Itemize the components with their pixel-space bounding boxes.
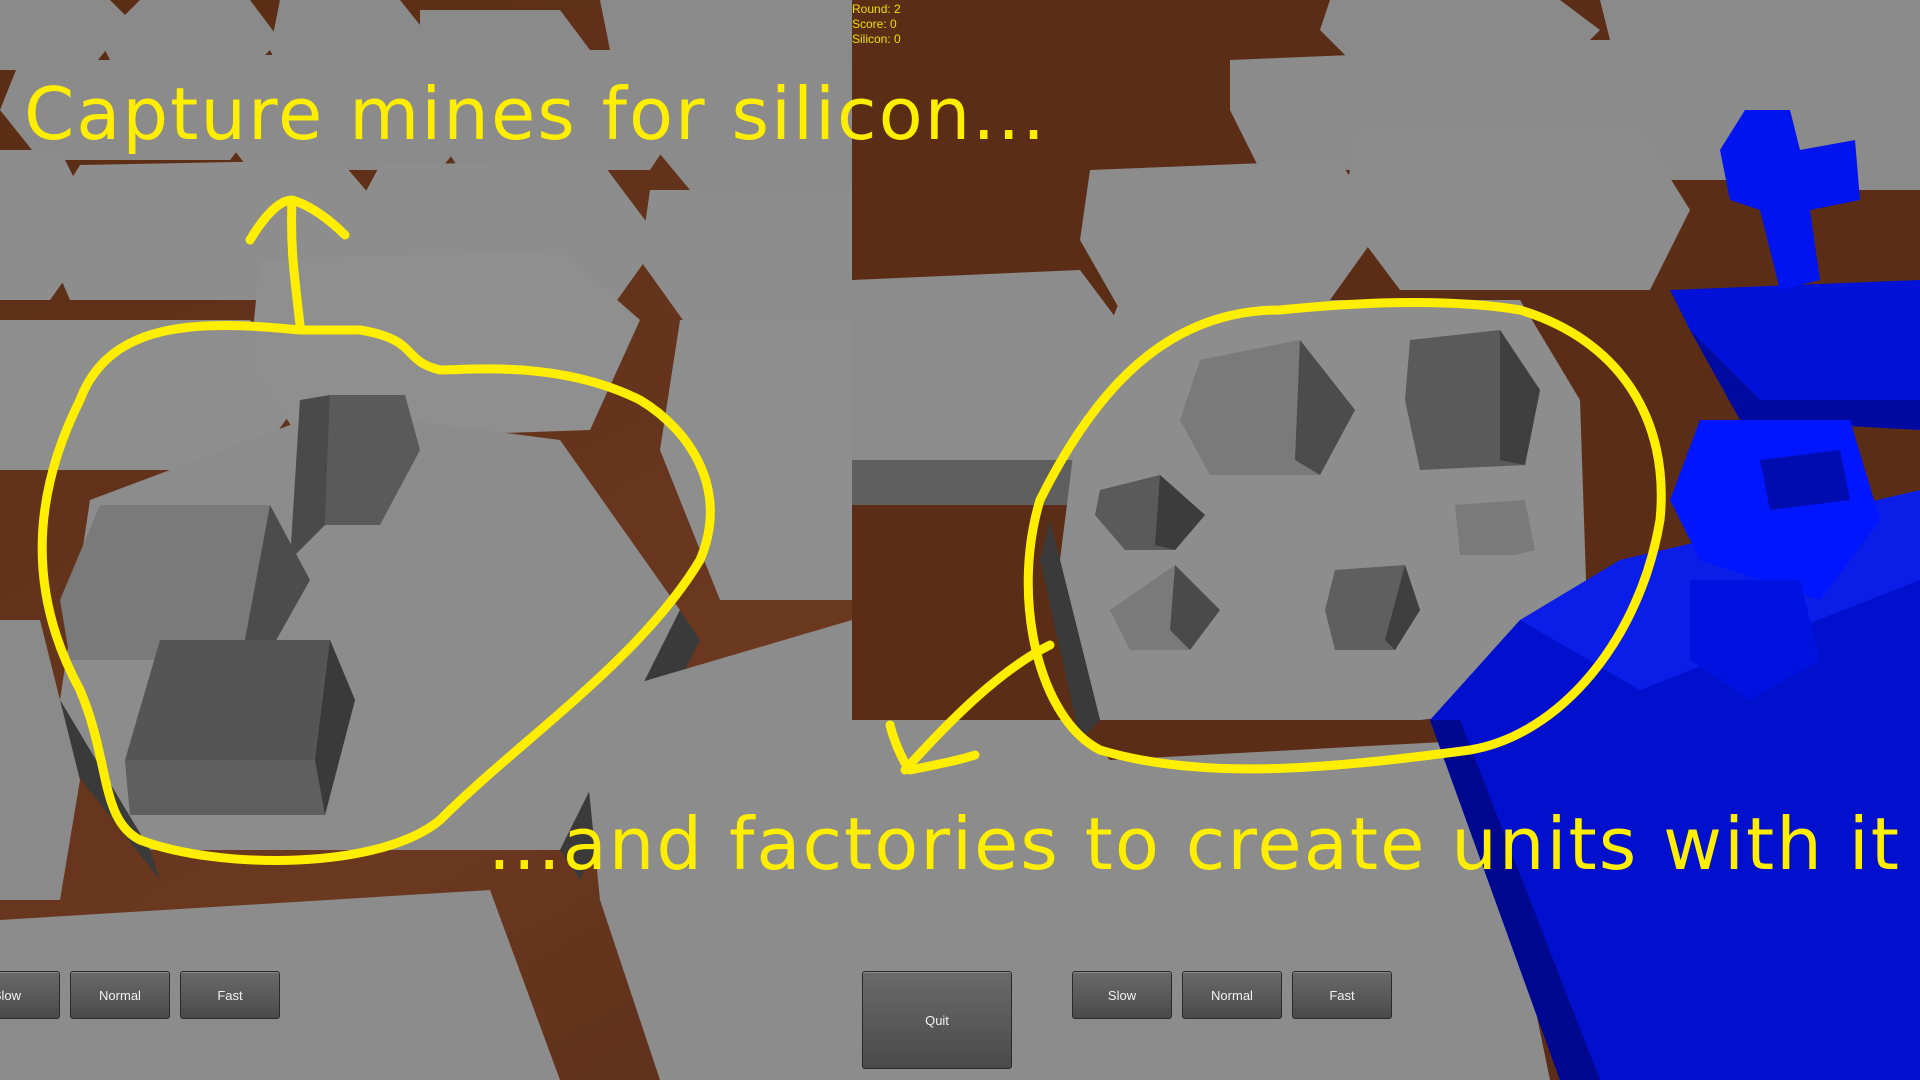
fast-label: Fast	[217, 987, 243, 1003]
silicon-counter: Silicon: 0	[852, 32, 901, 46]
quit-button[interactable]: Quit	[862, 971, 1012, 1069]
fast-speed-button-right[interactable]: Fast	[1292, 971, 1392, 1019]
slow-speed-button-right[interactable]: Slow	[1072, 971, 1172, 1019]
normal-label: Normal	[1211, 987, 1253, 1003]
caption-mines: Capture mines for silicon...	[24, 72, 1047, 156]
normal-label: Normal	[99, 987, 141, 1003]
normal-speed-button-right[interactable]: Normal	[1182, 971, 1282, 1019]
normal-speed-button-left[interactable]: Normal	[70, 971, 170, 1019]
game-scene	[0, 0, 1920, 1080]
slow-label: Slow	[1107, 987, 1137, 1003]
right-hex-board	[852, 0, 1920, 1080]
hud-stats: Round: 2 Score: 0 Silicon: 0	[852, 2, 901, 47]
round-counter: Round: 2	[852, 2, 901, 16]
quit-label: Quit	[925, 1012, 949, 1028]
fast-speed-button-left[interactable]: Fast	[180, 971, 280, 1019]
slow-speed-button-left[interactable]: Slow	[0, 971, 60, 1019]
slow-label: Slow	[0, 987, 21, 1003]
fast-label: Fast	[1329, 987, 1355, 1003]
score-counter: Score: 0	[852, 17, 897, 31]
caption-factories: ...and factories to create units with it	[488, 802, 1902, 886]
